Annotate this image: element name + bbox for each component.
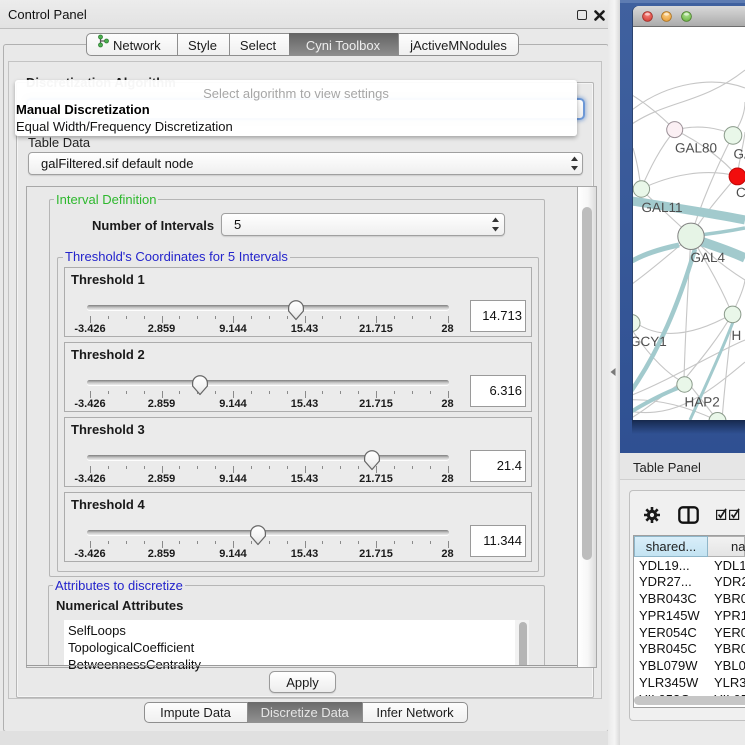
svg-text:C: C [736, 185, 745, 200]
svg-text:GAL4: GAL4 [691, 250, 726, 265]
svg-text:H: H [732, 328, 742, 343]
svg-text:GCY1: GCY1 [633, 334, 667, 349]
svg-text:GA: GA [734, 147, 745, 162]
svg-text:GAL11: GAL11 [642, 200, 683, 215]
svg-text:GAL80: GAL80 [675, 141, 717, 156]
svg-text:HAP2: HAP2 [685, 395, 720, 410]
